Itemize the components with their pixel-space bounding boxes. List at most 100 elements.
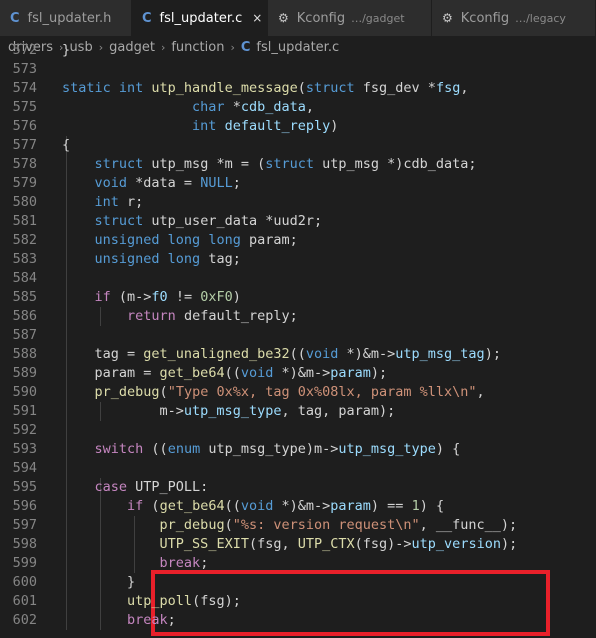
code-line: 595 case UTP_POLL: — [0, 478, 596, 497]
line-number: 584 — [12, 270, 37, 286]
code-line: 587 — [0, 326, 596, 345]
code-token: pr_debug — [159, 517, 225, 533]
line-number: 585 — [12, 289, 37, 305]
line-number: 599 — [12, 555, 37, 571]
code-token: , — [305, 99, 314, 115]
code-token: ; — [232, 175, 241, 191]
code-token: utp_msg_type — [183, 403, 282, 419]
code-token: void — [94, 175, 136, 191]
code-token: utp_msg_tag — [395, 346, 485, 362]
code-token: static — [62, 80, 119, 96]
tab-fsl-updater-h[interactable]: C fsl_updater.h — [0, 0, 132, 36]
code-token: utp_msg *)cdb_data; — [322, 156, 477, 172]
code-line: 585 if (m->f0 != 0xF0) — [0, 288, 596, 307]
code-editor[interactable]: 572} 573 574 static int utp_handle_message(… — [0, 42, 596, 638]
code-token: r; — [127, 194, 144, 210]
code-line: 576 int default_reply) — [0, 117, 596, 136]
code-token: , tag, param); — [281, 403, 396, 419]
code-token: * — [232, 99, 241, 115]
line-code: UTP_SS_EXIT(fsg, UTP_CTX(fsg)->utp_versi… — [62, 535, 518, 554]
code-token: if — [127, 498, 152, 514]
code-token: ); — [500, 536, 518, 552]
code-token: "%s: version request\n" — [232, 517, 420, 533]
code-token: void — [240, 498, 282, 514]
gear-icon: ⚙ — [442, 11, 453, 25]
code-token: get_unaligned_be32 — [143, 346, 290, 362]
code-token: } — [62, 42, 71, 58]
tab-label: Kconfig — [460, 10, 510, 26]
code-token: long — [167, 251, 209, 267]
line-code: tag = get_unaligned_be32((void *)&m->utp… — [62, 345, 501, 364]
tab-kconfig-legacy[interactable]: ⚙ Kconfig …/legacy — [432, 0, 596, 36]
code-token: NULL — [200, 175, 233, 191]
code-token: void — [240, 365, 282, 381]
code-token: ; — [200, 555, 209, 571]
code-token: UTP_POLL: — [135, 479, 209, 495]
line-code: int default_reply) — [62, 117, 338, 136]
code-token: "Type 0x%x, tag 0x%08lx, param %llx\n" — [167, 384, 477, 400]
code-token: ( — [297, 80, 306, 96]
line-number: 581 — [12, 213, 37, 229]
code-line: 586 return default_reply; — [0, 307, 596, 326]
code-token: (( — [289, 346, 306, 362]
close-icon[interactable]: × — [252, 11, 262, 25]
code-line: 589 param = get_be64((void *)&m->param); — [0, 364, 596, 383]
line-number: 574 — [12, 80, 37, 96]
tab-kconfig-gadget[interactable]: ⚙ Kconfig …/gadget — [268, 0, 432, 36]
code-token: enum — [167, 441, 209, 457]
line-code: } — [62, 41, 70, 60]
line-number: 595 — [12, 479, 37, 495]
code-token: fsg — [435, 80, 461, 96]
line-number: 594 — [12, 460, 37, 476]
code-token: utp_msg_type — [338, 441, 436, 457]
tab-label: fsl_updater.h — [27, 10, 112, 26]
code-token: ; — [167, 612, 176, 628]
code-token: int — [118, 80, 152, 96]
code-line: 582 unsigned long long param; — [0, 231, 596, 250]
code-token: utp_poll — [127, 593, 193, 609]
tab-fsl-updater-c[interactable]: C fsl_updater.c × — [132, 0, 268, 36]
code-token: int — [94, 194, 128, 210]
tab-bar: C fsl_updater.h C fsl_updater.c × ⚙ Kcon… — [0, 0, 596, 36]
line-number: 593 — [12, 441, 37, 457]
line-number: 589 — [12, 365, 37, 381]
line-number: 602 — [12, 612, 37, 628]
line-number: 586 — [12, 308, 37, 324]
code-token: , __func__); — [419, 517, 518, 533]
line-code: pr_debug("Type 0x%x, tag 0x%08lx, param … — [62, 383, 485, 402]
code-token: param — [330, 365, 371, 381]
line-code: switch ((enum utp_msg_type)m->utp_msg_ty… — [62, 440, 461, 459]
code-token: int — [192, 118, 225, 134]
code-token: default_reply; — [183, 308, 298, 324]
line-number: 600 — [12, 574, 37, 590]
line-code: if (m->f0 != 0xF0) — [62, 288, 241, 307]
code-token: tag; — [208, 251, 241, 267]
code-line: 584 — [0, 269, 596, 288]
code-token: ( — [151, 498, 160, 514]
line-code: param = get_be64((void *)&m->param); — [62, 364, 388, 383]
line-number: 583 — [12, 251, 37, 267]
code-token: ) { — [419, 498, 445, 514]
code-line: 578 struct utp_msg *m = (struct utp_msg … — [0, 155, 596, 174]
code-token: m-> — [62, 403, 184, 419]
code-token: char — [192, 99, 233, 115]
code-line: 593 switch ((enum utp_msg_type)m->utp_ms… — [0, 440, 596, 459]
line-number: 590 — [12, 384, 37, 400]
c-file-icon: C — [10, 10, 20, 26]
code-token: pr_debug — [94, 384, 160, 400]
code-token: get_be64 — [159, 365, 225, 381]
code-token: return — [127, 308, 184, 324]
code-token: utp_version — [411, 536, 501, 552]
code-token: struct — [305, 80, 363, 96]
